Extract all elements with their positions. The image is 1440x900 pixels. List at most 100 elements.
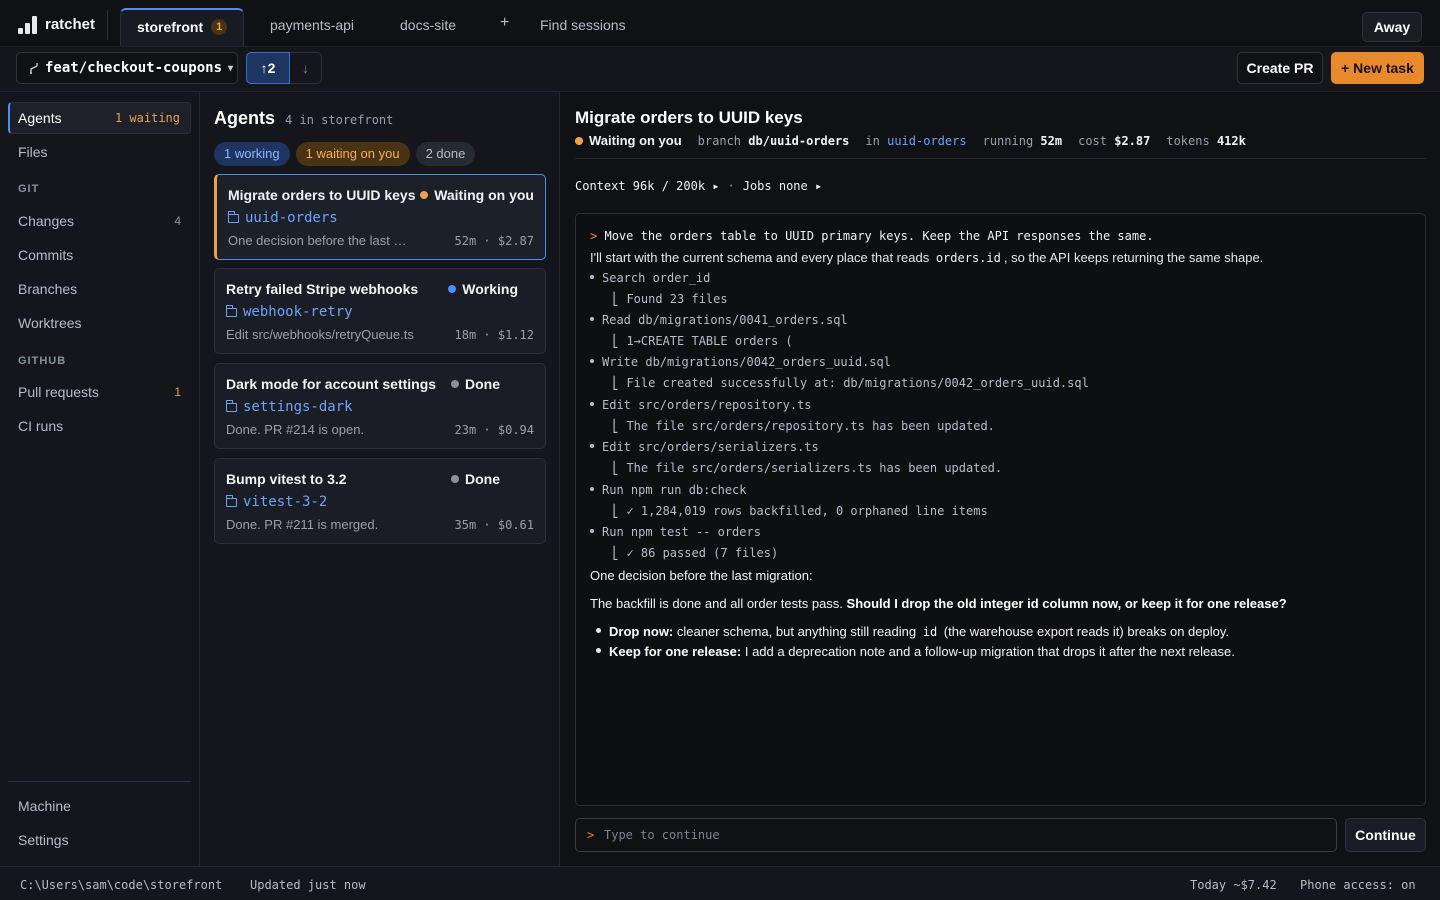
run-cost: $0.61 bbox=[497, 518, 534, 532]
meta-label: cost bbox=[1078, 133, 1107, 148]
away-button[interactable]: Away bbox=[1362, 12, 1422, 42]
filter-working[interactable]: 1 working bbox=[214, 142, 290, 166]
sidebar-item-changes[interactable]: Changes 4 bbox=[8, 205, 191, 237]
sidebar-item-commits[interactable]: Commits bbox=[8, 239, 191, 271]
context-toggle[interactable]: Context 96k / 200k ▸ bbox=[575, 179, 720, 193]
bullet-icon bbox=[590, 317, 594, 321]
sidebar-item-label: Commits bbox=[18, 247, 74, 263]
assistant-message: I'll start with the current schema and e… bbox=[590, 250, 1263, 265]
tool-call-label: Read db/migrations/0041_orders.sql bbox=[602, 313, 848, 327]
tool-call[interactable]: Read db/migrations/0041_orders.sql bbox=[590, 313, 848, 327]
filter-waiting[interactable]: 1 waiting on you bbox=[295, 142, 410, 166]
phone-access[interactable]: Phone access: on bbox=[1300, 878, 1416, 892]
meta-label: branch bbox=[697, 133, 742, 148]
branch-selector[interactable]: feat/checkout-coupons ▾ bbox=[16, 52, 238, 84]
sidebar-item-settings[interactable]: Settings bbox=[8, 824, 191, 856]
sidebar-item-pull-requests[interactable]: Pull requests 1 bbox=[8, 376, 191, 408]
option-item: Keep for one release: I add a deprecatio… bbox=[596, 644, 1235, 659]
filter-chips: 1 working 1 waiting on you 2 done bbox=[214, 142, 476, 166]
option-title: Keep for one release: bbox=[609, 644, 742, 659]
tool-call-label: Write db/migrations/0042_orders_uuid.sql bbox=[602, 355, 891, 369]
sidebar-item-label: Changes bbox=[18, 213, 75, 229]
bullet-icon bbox=[590, 402, 594, 406]
continue-button[interactable]: Continue bbox=[1345, 818, 1426, 852]
worktree-link[interactable]: uuid-orders bbox=[887, 134, 966, 148]
assistant-message: One decision before the last migration: bbox=[590, 568, 813, 583]
option-text: (the warehouse export reads it) breaks o… bbox=[943, 624, 1229, 639]
sidebar-item-files[interactable]: Files bbox=[8, 136, 191, 168]
sidebar-item-ci-runs[interactable]: CI runs bbox=[8, 410, 191, 442]
tab-label: payments-api bbox=[270, 17, 355, 33]
tool-call[interactable]: Run npm run db:check bbox=[590, 483, 747, 497]
agent-card-status: Waiting on you bbox=[420, 187, 534, 203]
git-branch-icon bbox=[30, 63, 38, 74]
agent-card[interactable]: Dark mode for account settings Done sett… bbox=[214, 363, 546, 449]
composer[interactable]: > bbox=[575, 818, 1337, 852]
status-dot-icon bbox=[451, 380, 459, 388]
sidebar: Agents 1 waiting Files GIT Changes 4 Com… bbox=[0, 92, 200, 866]
agent-card-desc: Edit src/webhooks/retryQueue.ts bbox=[226, 327, 414, 342]
updated-status: Updated just now bbox=[250, 878, 366, 892]
tool-call[interactable]: Run npm test -- orders bbox=[590, 525, 761, 539]
tool-result: ⎣ ✓ 1,284,019 rows backfilled, 0 orphane… bbox=[612, 504, 988, 518]
agent-card[interactable]: Retry failed Stripe webhooks Working web… bbox=[214, 268, 546, 354]
tool-call[interactable]: Write db/migrations/0042_orders_uuid.sql bbox=[590, 355, 891, 369]
sidebar-item-label: Agents bbox=[18, 110, 62, 126]
question-text: Should I drop the old integer id column … bbox=[846, 596, 1287, 611]
filter-done[interactable]: 2 done bbox=[415, 142, 476, 166]
run-cost: $2.87 bbox=[497, 234, 534, 248]
sidebar-item-branches[interactable]: Branches bbox=[8, 273, 191, 305]
agent-card-desc: One decision before the last migration: bbox=[228, 233, 416, 248]
option-text: I add a deprecation note and a follow-up… bbox=[744, 644, 1235, 659]
branch-label: webhook-retry bbox=[243, 304, 353, 320]
agent-card-branch: webhook-retry bbox=[226, 304, 353, 320]
tool-call[interactable]: Search order_id bbox=[590, 271, 710, 285]
continue-input[interactable] bbox=[604, 823, 1324, 847]
sidebar-item-agents[interactable]: Agents 1 waiting bbox=[8, 102, 191, 134]
meta-label: in bbox=[865, 133, 880, 148]
agent-card-meta: 23m · $0.94 bbox=[454, 423, 535, 437]
agent-card-desc: Done. PR #211 is merged. bbox=[226, 517, 379, 532]
tool-result: ⎣ ✓ 86 passed (7 files) bbox=[612, 546, 779, 560]
elapsed-time: 23m bbox=[454, 423, 477, 437]
add-tab-icon[interactable]: + bbox=[500, 14, 509, 32]
branch-label: uuid-orders bbox=[245, 210, 338, 226]
run-cost: $1.12 bbox=[497, 328, 534, 342]
tool-result: ⎣ 1→CREATE TABLE orders ( bbox=[612, 334, 793, 348]
message-text: The backfill is done and all order tests… bbox=[590, 596, 843, 611]
push-ahead-button[interactable]: ↑2 bbox=[246, 52, 290, 84]
new-task-button[interactable]: + New task bbox=[1331, 52, 1424, 84]
status-dot-icon bbox=[575, 136, 583, 145]
option-item: Drop now: cleaner schema, but anything s… bbox=[596, 624, 1229, 639]
create-pr-button[interactable]: Create PR bbox=[1237, 52, 1323, 84]
bullet-icon bbox=[590, 359, 594, 363]
sidebar-item-machine[interactable]: Machine bbox=[8, 790, 191, 822]
sidebar-item-worktrees[interactable]: Worktrees bbox=[8, 307, 191, 339]
agents-title: Agents bbox=[214, 108, 276, 128]
find-sessions-link[interactable]: Find sessions bbox=[540, 17, 626, 33]
agent-card-title: Dark mode for account settings bbox=[226, 376, 437, 392]
tool-call-label: Run npm run db:check bbox=[602, 483, 747, 497]
status-bar: C:\Users\sam\code\storefront Updated jus… bbox=[0, 866, 1440, 900]
tab-payments-api[interactable]: payments-api bbox=[270, 8, 354, 46]
tool-call[interactable]: Edit src/orders/serializers.ts bbox=[590, 440, 819, 454]
elapsed-time: 18m bbox=[454, 328, 477, 342]
tab-storefront[interactable]: storefront 1 bbox=[120, 8, 245, 46]
agent-card[interactable]: Migrate orders to UUID keys Waiting on y… bbox=[214, 174, 546, 260]
bullet-icon bbox=[596, 628, 601, 633]
agents-panel: Agents 4 in storefront 1 working 1 waiti… bbox=[200, 92, 560, 866]
agent-detail: Migrate orders to UUID keys Waiting on y… bbox=[561, 92, 1440, 866]
tab-docs-site[interactable]: docs-site bbox=[400, 8, 456, 46]
agent-card[interactable]: Bump vitest to 3.2 Done vitest-3-2 Done.… bbox=[214, 458, 546, 544]
meta-cost: cost $2.87 bbox=[1078, 134, 1150, 148]
jobs-toggle[interactable]: Jobs none ▸ bbox=[743, 179, 822, 193]
tool-call[interactable]: Edit src/orders/repository.ts bbox=[590, 398, 812, 412]
user-prompt: > Move the orders table to UUID primary … bbox=[590, 229, 1154, 243]
decision-question: The backfill is done and all order tests… bbox=[590, 596, 1287, 611]
app-name: ratchet bbox=[45, 16, 96, 33]
pull-behind-button[interactable]: ↓ bbox=[290, 52, 322, 84]
agent-meta: Waiting on you branch db/uuid-orders in … bbox=[575, 133, 1246, 148]
meta-value: 412k bbox=[1216, 133, 1246, 148]
meta-value: db/uuid-orders bbox=[748, 133, 850, 148]
divider bbox=[575, 158, 1426, 159]
